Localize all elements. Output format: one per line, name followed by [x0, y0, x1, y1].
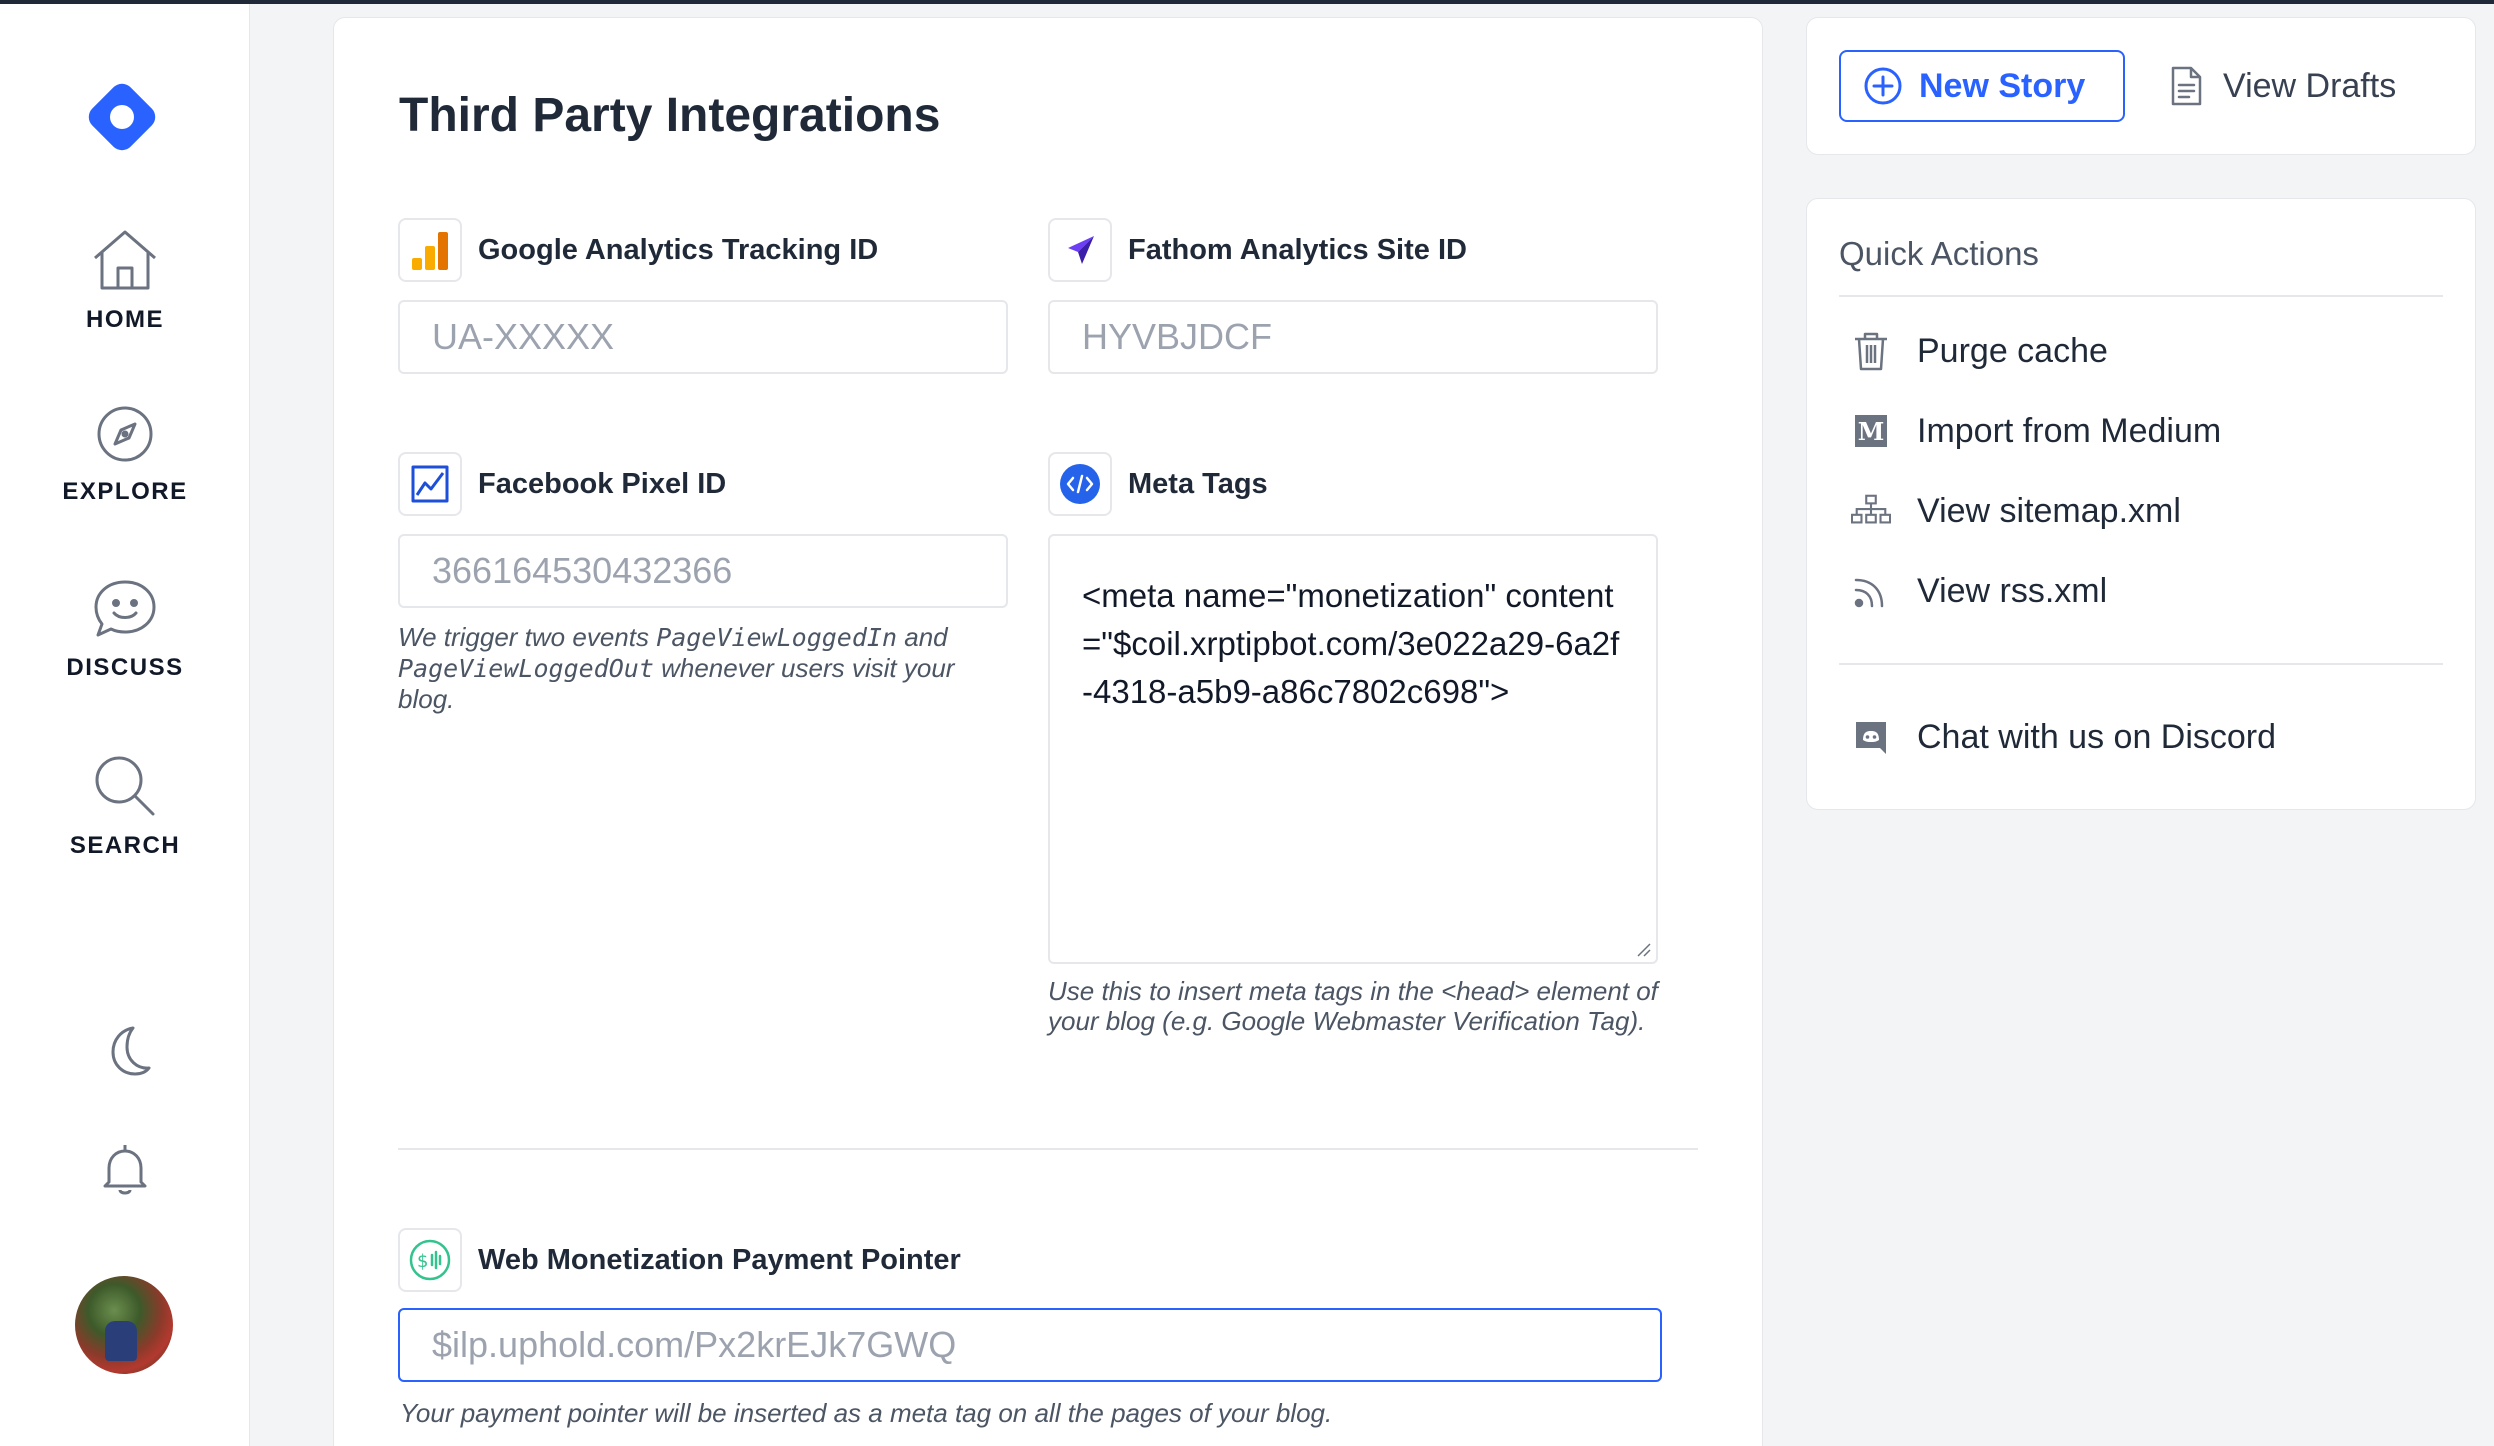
meta-tags-textarea[interactable]: <meta name="monetization" content="$coil…	[1048, 534, 1658, 964]
nav-home-label: HOME	[86, 306, 164, 333]
quick-actions-card: Quick Actions Purge cache M Import from …	[1806, 198, 2476, 810]
compass-icon	[97, 406, 153, 462]
line-chart-icon	[411, 465, 449, 503]
facebook-pixel-label-row: Facebook Pixel ID	[398, 452, 726, 516]
app-logo[interactable]	[82, 77, 162, 157]
google-analytics-label: Google Analytics Tracking ID	[478, 233, 879, 266]
google-analytics-label-row: Google Analytics Tracking ID	[398, 218, 878, 282]
nav-explore[interactable]: EXPLORE	[0, 404, 250, 506]
rss-icon	[1854, 578, 1884, 608]
google-analytics-icon	[412, 232, 448, 270]
sitemap-icon	[1851, 494, 1891, 524]
facebook-pixel-help: We trigger two events PageViewLoggedIn a…	[398, 622, 955, 714]
discord-chat-label: Chat with us on Discord	[1917, 717, 2277, 756]
web-monetization-icon: $	[409, 1239, 451, 1281]
story-actions-card: New Story View Drafts	[1806, 17, 2476, 155]
window-top-border	[0, 0, 2494, 4]
new-story-button[interactable]: New Story	[1839, 50, 2125, 122]
integrations-card: Third Party Integrations Google Analytic…	[333, 17, 1763, 1446]
quick-actions-rule-2	[1839, 663, 2443, 665]
svg-text:$: $	[417, 1251, 428, 1272]
nav-home[interactable]: HOME	[0, 228, 250, 334]
resize-handle-icon[interactable]	[1634, 940, 1652, 958]
fathom-icon-box	[1048, 218, 1112, 282]
quick-actions-title: Quick Actions	[1839, 235, 2039, 272]
quick-actions-rule	[1839, 295, 2443, 297]
fathom-label-row: Fathom Analytics Site ID	[1048, 218, 1467, 282]
nav-search[interactable]: SEARCH	[0, 754, 250, 860]
dark-mode-toggle[interactable]	[95, 1022, 155, 1082]
view-rss-label: View rss.xml	[1917, 571, 2108, 610]
purge-cache-label: Purge cache	[1917, 331, 2108, 370]
page-title: Third Party Integrations	[399, 89, 941, 142]
notifications-button[interactable]	[95, 1140, 155, 1200]
section-divider	[398, 1148, 1698, 1150]
meta-tags-icon-box	[1048, 452, 1112, 516]
import-medium-action[interactable]: M Import from Medium	[1851, 411, 2221, 451]
view-drafts-button[interactable]: View Drafts	[2169, 50, 2396, 122]
meta-tags-value: <meta name="monetization" content="$coil…	[1082, 577, 1620, 710]
view-rss-action[interactable]: View rss.xml	[1851, 571, 2107, 611]
fathom-input[interactable]	[1048, 300, 1658, 374]
chat-smile-icon	[94, 580, 156, 637]
monetization-label: Web Monetization Payment Pointer	[478, 1243, 961, 1276]
payment-pointer-input[interactable]	[398, 1308, 1662, 1382]
view-sitemap-label: View sitemap.xml	[1917, 491, 2181, 530]
monetization-icon-box: $	[398, 1228, 462, 1292]
nav-discuss[interactable]: DISCUSS	[0, 578, 250, 682]
meta-tags-help: Use this to insert meta tags in the <hea…	[1048, 976, 1658, 1036]
monetization-label-row: $ Web Monetization Payment Pointer	[398, 1228, 961, 1292]
google-analytics-icon-box	[398, 218, 462, 282]
trash-icon	[1855, 332, 1887, 371]
document-icon	[2171, 66, 2202, 106]
sidebar: HOME EXPLORE DISCUSS SEARCH	[0, 4, 250, 1446]
view-sitemap-action[interactable]: View sitemap.xml	[1851, 491, 2181, 531]
meta-tags-label-row: Meta Tags	[1048, 452, 1268, 516]
facebook-pixel-label: Facebook Pixel ID	[478, 467, 727, 500]
fathom-label: Fathom Analytics Site ID	[1128, 233, 1467, 266]
discord-chat-action[interactable]: Chat with us on Discord	[1851, 717, 2276, 757]
home-icon	[94, 230, 156, 290]
code-icon	[1060, 464, 1100, 504]
nav-discuss-label: DISCUSS	[66, 654, 184, 681]
plus-circle-icon	[1864, 67, 1902, 105]
search-icon	[95, 756, 155, 816]
view-drafts-label: View Drafts	[2223, 66, 2397, 105]
purge-cache-action[interactable]: Purge cache	[1851, 331, 2108, 371]
facebook-pixel-input[interactable]	[398, 534, 1008, 608]
medium-icon: M	[1855, 415, 1887, 447]
fathom-paper-plane-icon	[1068, 236, 1094, 264]
new-story-label: New Story	[1919, 66, 2086, 105]
user-avatar[interactable]	[75, 1276, 173, 1374]
moon-icon	[111, 1026, 151, 1076]
svg-text:M: M	[1858, 417, 1885, 446]
facebook-pixel-icon-box	[398, 452, 462, 516]
nav-explore-label: EXPLORE	[62, 478, 188, 505]
meta-tags-label: Meta Tags	[1128, 467, 1268, 500]
discord-icon	[1856, 722, 1886, 754]
import-medium-label: Import from Medium	[1917, 411, 2222, 450]
google-analytics-input[interactable]	[398, 300, 1008, 374]
monetization-help: Your payment pointer will be inserted as…	[400, 1398, 1333, 1428]
logo-icon	[88, 83, 156, 151]
bell-icon	[103, 1145, 147, 1195]
nav-search-label: SEARCH	[69, 832, 181, 859]
